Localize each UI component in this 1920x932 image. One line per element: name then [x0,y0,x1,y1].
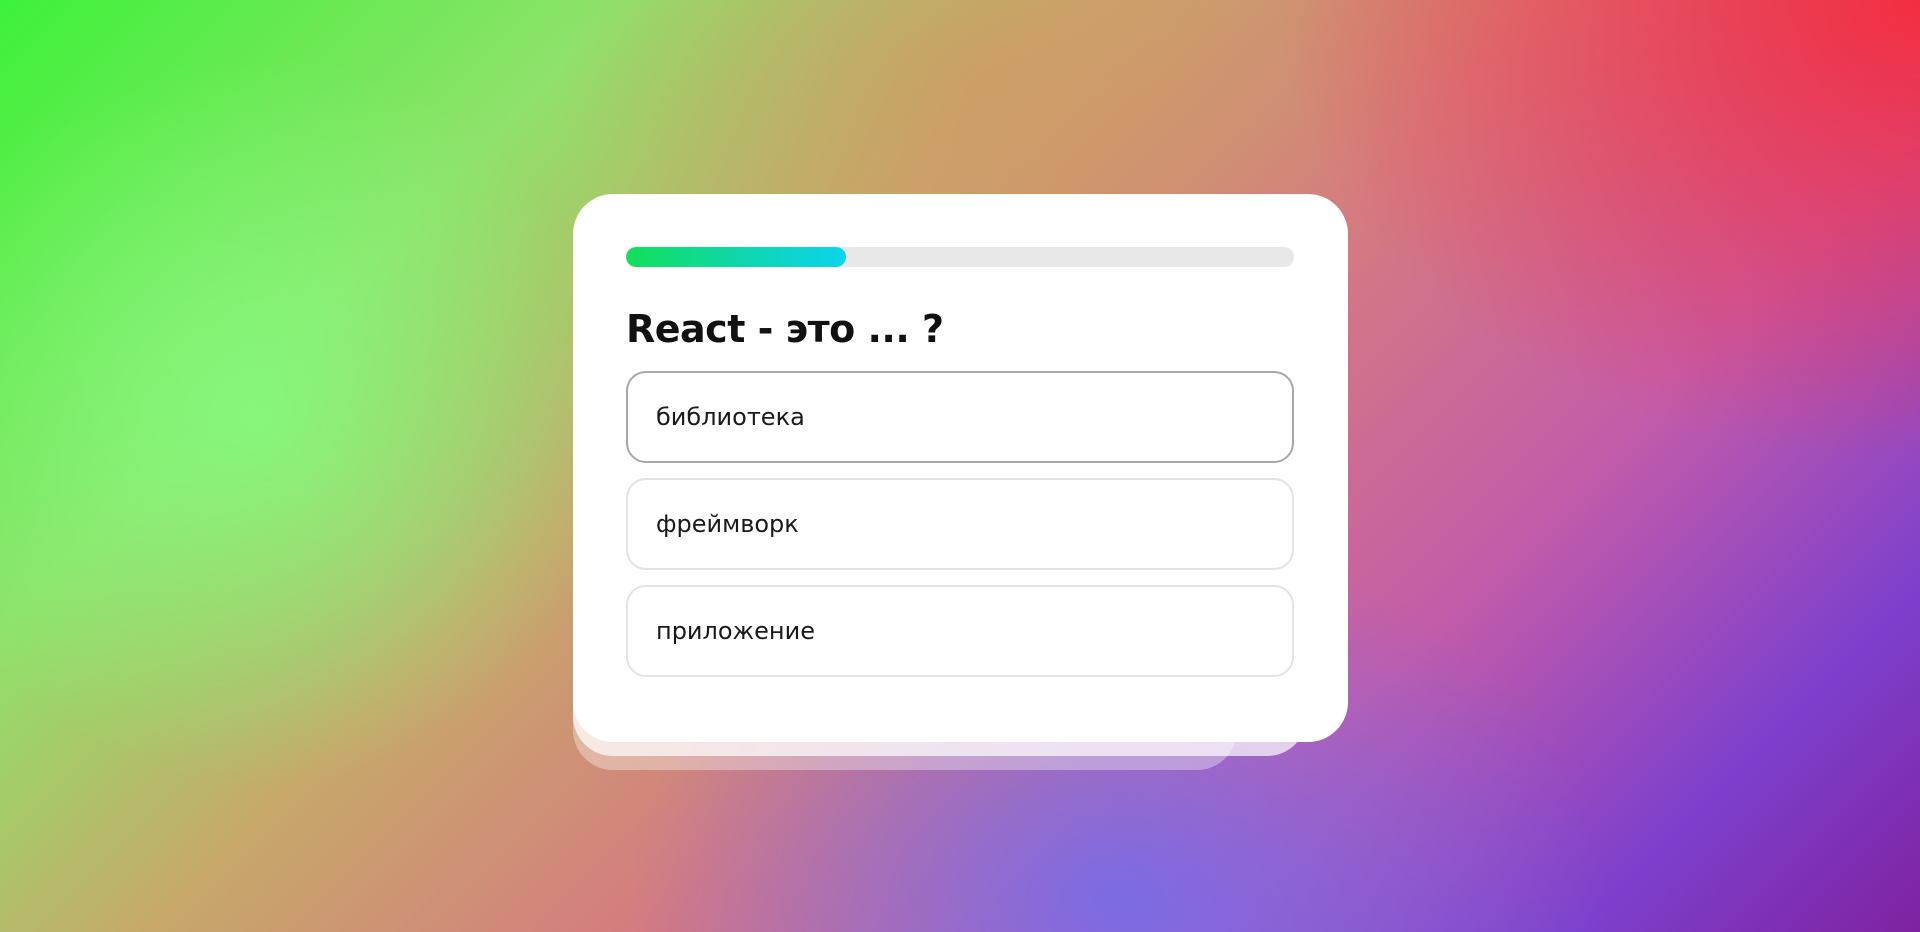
answer-option[interactable]: приложение [626,585,1294,677]
answer-option[interactable]: библиотека [626,371,1294,463]
answer-list: библиотека фреймворк приложение [626,371,1295,677]
progress-bar-fill [626,247,847,267]
question-title: React - это ... ? [626,307,944,351]
answer-option[interactable]: фреймворк [626,478,1294,570]
progress-bar [626,247,1294,267]
quiz-card: React - это ... ? библиотека фреймворк п… [573,194,1348,742]
